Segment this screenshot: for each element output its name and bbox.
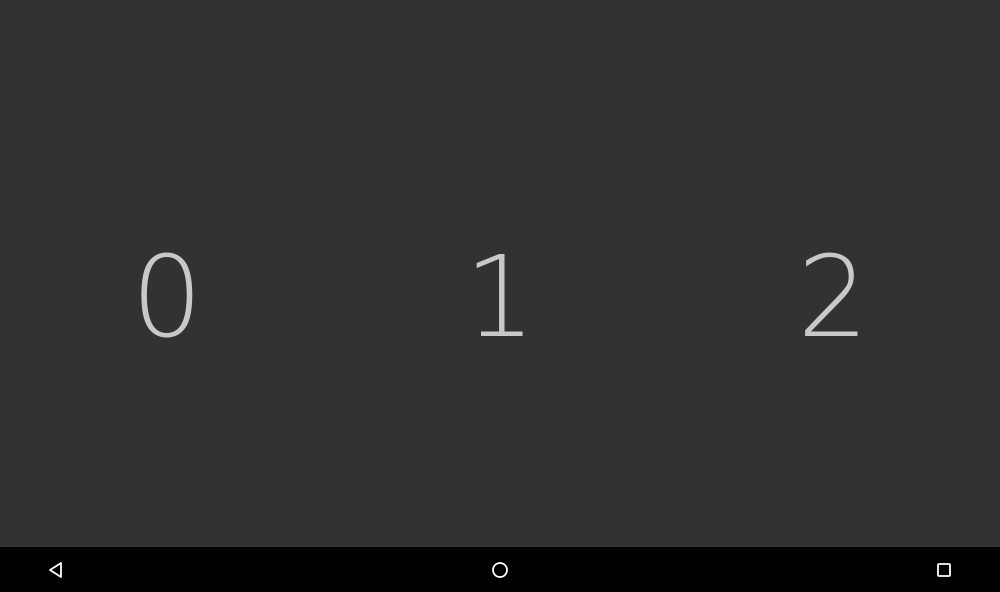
digit-0[interactable]: 0 xyxy=(67,238,267,358)
back-triangle-icon xyxy=(49,561,62,578)
recents-button[interactable] xyxy=(914,547,974,592)
number-display-area: 0 1 2 xyxy=(0,0,1000,547)
recents-square-icon xyxy=(937,562,951,577)
navigation-bar xyxy=(0,547,1000,592)
digit-2[interactable]: 2 xyxy=(733,238,933,358)
home-circle-icon xyxy=(492,561,508,578)
home-button[interactable] xyxy=(470,547,530,592)
back-button[interactable] xyxy=(26,547,86,592)
screen: 0 1 2 xyxy=(0,0,1000,592)
digit-1[interactable]: 1 xyxy=(400,238,600,358)
